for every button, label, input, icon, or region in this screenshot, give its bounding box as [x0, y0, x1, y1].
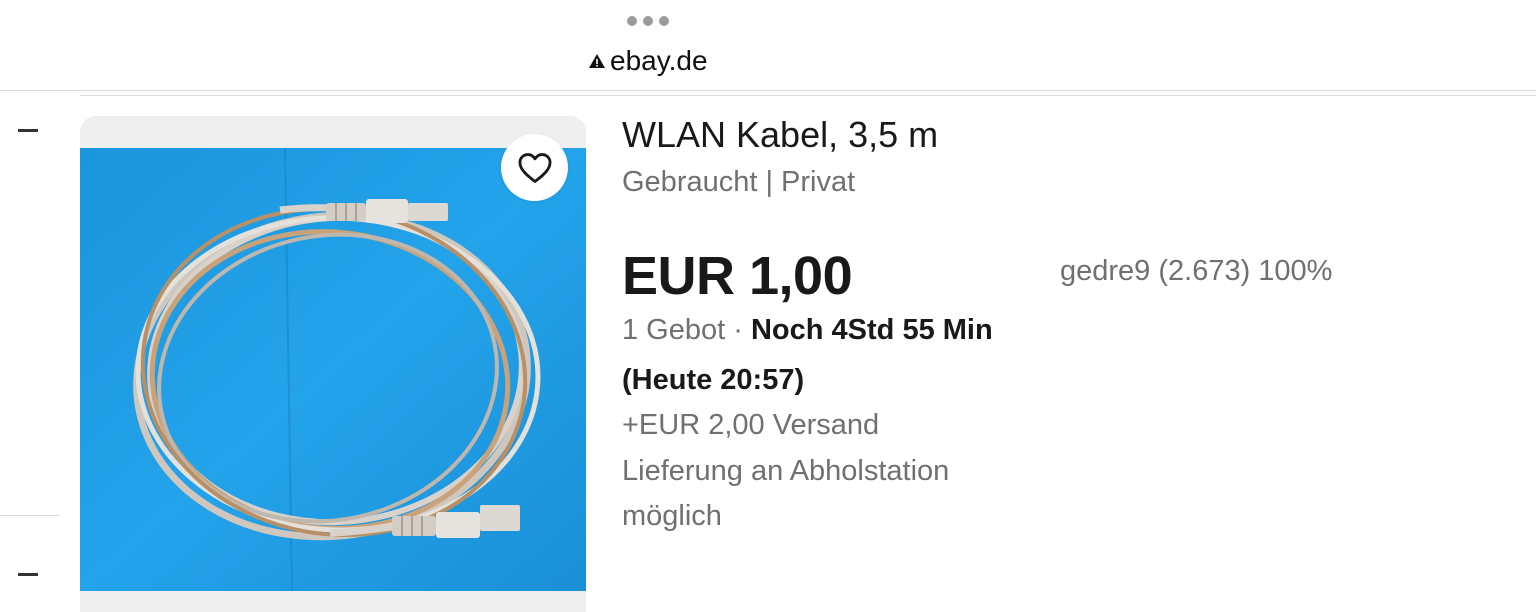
url-field[interactable]: ebay.de [588, 44, 708, 78]
seller-info: gedre9 (2.673) 100% [1060, 255, 1333, 287]
pickup-info: Lieferung an Abholstation [622, 455, 950, 487]
end-time: (Heute 20:57) [622, 364, 805, 396]
heart-icon [518, 152, 551, 183]
listing-title[interactable]: WLAN Kabel, 3,5 m [622, 114, 938, 156]
divider [0, 515, 60, 516]
separator: · [733, 314, 743, 346]
pickup-info-cont: möglich [622, 500, 722, 532]
more-options-icon[interactable] [627, 16, 669, 26]
bid-info: 1 Gebot · Noch 4Std 55 Min [622, 314, 993, 347]
listing-image-card[interactable] [80, 116, 586, 612]
network-cable-photo [80, 148, 586, 591]
collapse-icon[interactable] [18, 129, 38, 132]
time-left: Noch 4Std 55 Min [750, 314, 993, 346]
divider [80, 95, 1536, 96]
watch-button[interactable] [501, 134, 568, 201]
shipping-cost: +EUR 2,00 Versand [622, 409, 880, 441]
page: ebay.de WLAN Kabel, 3,5 m Gebraucht | Pr… [0, 0, 1536, 612]
listing-price: EUR 1,00 [622, 246, 853, 306]
collapse-icon[interactable] [18, 573, 38, 576]
warning-triangle-icon [589, 54, 605, 68]
url-text: ebay.de [610, 45, 708, 76]
browser-address-bar: ebay.de [0, 0, 1536, 91]
listing-condition: Gebraucht | Privat [622, 166, 856, 198]
bid-count: 1 Gebot [622, 314, 726, 346]
